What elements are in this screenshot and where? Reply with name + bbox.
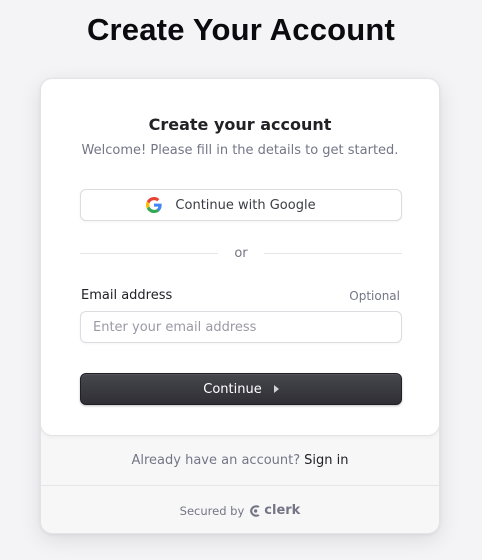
caret-right-icon — [273, 385, 279, 393]
clerk-brand-text: clerk — [264, 503, 301, 518]
or-divider: or — [80, 245, 402, 261]
continue-button-label: Continue — [203, 381, 262, 397]
clerk-logo[interactable]: clerk — [249, 503, 300, 518]
continue-with-google-button[interactable]: Continue with Google — [80, 189, 402, 221]
footer-divider — [41, 485, 439, 486]
email-field[interactable] — [80, 311, 402, 343]
divider-text: or — [234, 245, 248, 261]
signin-prompt-text: Already have an account? — [131, 453, 301, 468]
secured-by-badge: Secured by clerk — [41, 503, 439, 518]
secured-by-text: Secured by — [179, 503, 245, 518]
divider-line-right — [263, 252, 402, 254]
google-icon — [146, 197, 163, 213]
continue-button[interactable]: Continue — [80, 373, 402, 405]
signin-prompt: Already have an account? Sign in — [41, 453, 439, 468]
card-title: Create your account — [148, 115, 332, 134]
email-label: Email address — [81, 288, 173, 303]
clerk-logo-icon — [250, 504, 260, 517]
sign-in-link[interactable]: Sign in — [304, 453, 348, 468]
google-button-label: Continue with Google — [175, 197, 316, 213]
signup-card: Create your account Welcome! Please fill… — [41, 79, 439, 436]
page-title: Create Your Account — [86, 12, 396, 47]
auth-card-container: Create your account Welcome! Please fill… — [40, 78, 440, 534]
divider-line-left — [80, 252, 219, 254]
card-subtitle: Welcome! Please fill in the details to g… — [81, 143, 399, 158]
optional-label: Optional — [349, 289, 400, 303]
